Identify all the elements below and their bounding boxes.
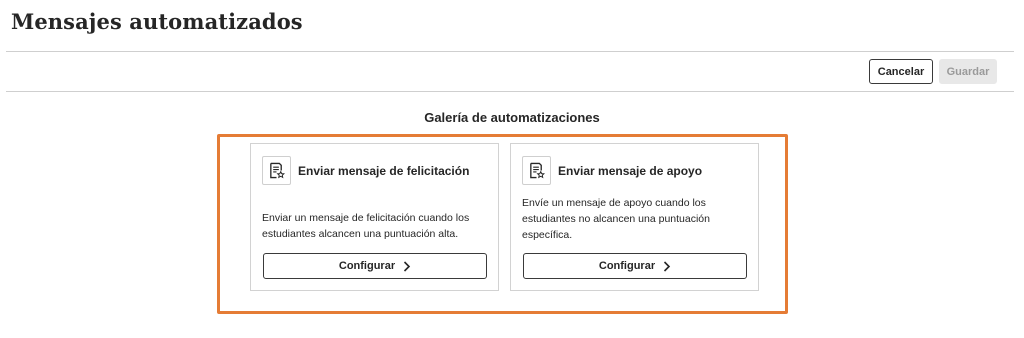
document-star-icon bbox=[522, 156, 551, 185]
save-button[interactable]: Guardar bbox=[939, 59, 997, 84]
automation-card-support: Enviar mensaje de apoyo Envíe un mensaje… bbox=[510, 143, 759, 291]
gallery-title: Galería de automatizaciones bbox=[424, 110, 600, 125]
chevron-right-icon bbox=[664, 260, 671, 272]
automation-card-congratulation: Enviar mensaje de felicitación Enviar un… bbox=[250, 143, 499, 291]
configure-button-label: Configurar bbox=[338, 260, 396, 272]
card-title: Enviar mensaje de apoyo bbox=[558, 164, 703, 178]
document-star-icon bbox=[262, 156, 291, 185]
page-title: Mensajes automatizados bbox=[11, 9, 303, 34]
card-description: Envíe un mensaje de apoyo cuando los est… bbox=[522, 197, 710, 241]
card-description: Enviar un mensaje de felicitación cuando… bbox=[262, 212, 470, 240]
chevron-right-icon bbox=[404, 260, 411, 272]
toolbar-divider bbox=[6, 91, 1014, 92]
header-divider bbox=[6, 51, 1014, 52]
configure-button-label: Configurar bbox=[598, 260, 656, 272]
configure-button[interactable]: Configurar bbox=[263, 253, 487, 279]
cancel-button[interactable]: Cancelar bbox=[869, 59, 933, 84]
configure-button[interactable]: Configurar bbox=[523, 253, 747, 279]
card-title: Enviar mensaje de felicitación bbox=[298, 164, 470, 178]
